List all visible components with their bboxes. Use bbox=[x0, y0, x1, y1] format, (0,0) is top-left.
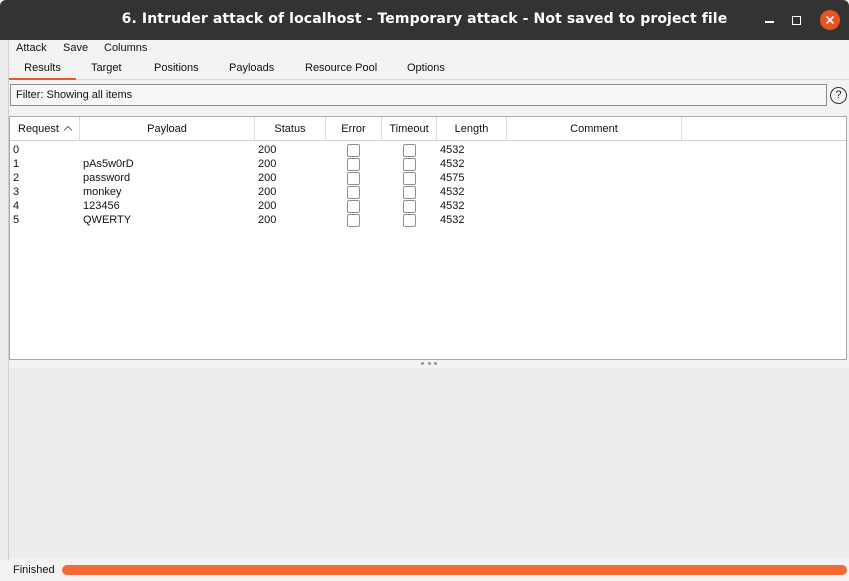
window-title: 6. Intruder attack of localhost - Tempor… bbox=[121, 11, 728, 27]
cell-request: 1 bbox=[13, 158, 20, 170]
table-header: Request Payload Status Error Timeout Len… bbox=[10, 117, 846, 141]
tab-results[interactable]: Results bbox=[9, 62, 76, 80]
menu-save[interactable]: Save bbox=[63, 42, 88, 54]
tab-payloads[interactable]: Payloads bbox=[229, 62, 274, 80]
cell-status: 200 bbox=[258, 172, 277, 184]
minimize-icon bbox=[764, 21, 774, 23]
column-header-comment[interactable]: Comment bbox=[507, 117, 682, 141]
tab-bar: Results Target Positions Payloads Resour… bbox=[9, 58, 849, 80]
cell-payload: password bbox=[83, 172, 131, 184]
cell-length: 4532 bbox=[440, 214, 465, 226]
column-header-error[interactable]: Error bbox=[326, 117, 382, 141]
cell-length: 4532 bbox=[440, 186, 465, 198]
timeout-checkbox[interactable] bbox=[403, 172, 416, 185]
sort-ascending-icon bbox=[63, 125, 73, 135]
cell-status: 200 bbox=[258, 200, 277, 212]
results-table: Request Payload Status Error Timeout Len… bbox=[9, 116, 847, 360]
menu-attack[interactable]: Attack bbox=[16, 42, 47, 54]
cell-request: 2 bbox=[13, 172, 20, 184]
table-row[interactable]: 3 monkey 200 4532 bbox=[10, 185, 846, 199]
timeout-checkbox[interactable] bbox=[403, 214, 416, 227]
cell-request: 3 bbox=[13, 186, 20, 198]
pane-splitter-handle[interactable] bbox=[421, 362, 437, 366]
error-checkbox[interactable] bbox=[347, 200, 360, 213]
maximize-button[interactable] bbox=[786, 10, 806, 30]
cell-payload: monkey bbox=[83, 186, 122, 198]
cell-status: 200 bbox=[258, 214, 277, 226]
cell-length: 4532 bbox=[440, 200, 465, 212]
window-titlebar[interactable]: 6. Intruder attack of localhost - Tempor… bbox=[0, 0, 849, 40]
menu-columns[interactable]: Columns bbox=[104, 42, 147, 54]
cell-request: 0 bbox=[13, 144, 20, 156]
table-row[interactable]: 5 QWERTY 200 4532 bbox=[10, 213, 846, 227]
status-text: Finished bbox=[13, 564, 55, 576]
cell-payload: 123456 bbox=[83, 200, 120, 212]
timeout-checkbox[interactable] bbox=[403, 186, 416, 199]
filter-bar[interactable]: Filter: Showing all items bbox=[10, 84, 827, 106]
table-row[interactable]: 1 pAs5w0rD 200 4532 bbox=[10, 157, 846, 171]
request-response-pane bbox=[9, 368, 849, 558]
error-checkbox[interactable] bbox=[347, 144, 360, 157]
maximize-icon bbox=[791, 15, 801, 25]
column-header-payload[interactable]: Payload bbox=[80, 117, 255, 141]
tab-target[interactable]: Target bbox=[91, 62, 122, 80]
column-header-timeout[interactable]: Timeout bbox=[382, 117, 437, 141]
error-checkbox[interactable] bbox=[347, 214, 360, 227]
error-checkbox[interactable] bbox=[347, 158, 360, 171]
close-button[interactable] bbox=[820, 10, 840, 30]
cell-status: 200 bbox=[258, 144, 277, 156]
tab-positions[interactable]: Positions bbox=[154, 62, 199, 80]
timeout-checkbox[interactable] bbox=[403, 200, 416, 213]
table-row[interactable]: 2 password 200 4575 bbox=[10, 171, 846, 185]
cell-length: 4532 bbox=[440, 158, 465, 170]
column-header-status[interactable]: Status bbox=[255, 117, 326, 141]
cell-request: 5 bbox=[13, 214, 20, 226]
cell-request: 4 bbox=[13, 200, 20, 212]
column-header-length[interactable]: Length bbox=[437, 117, 507, 141]
table-body: 0 200 4532 1 pAs5w0rD 200 4532 2 password 200 4575… bbox=[10, 143, 846, 227]
cell-status: 200 bbox=[258, 186, 277, 198]
close-icon bbox=[825, 15, 835, 25]
tab-options[interactable]: Options bbox=[407, 62, 445, 80]
minimize-button[interactable] bbox=[759, 10, 779, 30]
attack-progress-bar bbox=[62, 565, 847, 575]
cell-payload: QWERTY bbox=[83, 214, 132, 226]
background-window-edge bbox=[0, 40, 9, 581]
timeout-checkbox[interactable] bbox=[403, 158, 416, 171]
cell-status: 200 bbox=[258, 158, 277, 170]
menu-bar: Attack Save Columns bbox=[9, 40, 849, 58]
table-row[interactable]: 0 200 4532 bbox=[10, 143, 846, 157]
error-checkbox[interactable] bbox=[347, 186, 360, 199]
table-row[interactable]: 4 123456 200 4532 bbox=[10, 199, 846, 213]
error-checkbox[interactable] bbox=[347, 172, 360, 185]
cell-length: 4532 bbox=[440, 144, 465, 156]
column-header-request[interactable]: Request bbox=[10, 117, 80, 141]
cell-payload: pAs5w0rD bbox=[83, 158, 134, 170]
timeout-checkbox[interactable] bbox=[403, 144, 416, 157]
help-icon[interactable]: ? bbox=[830, 87, 847, 104]
tab-resource-pool[interactable]: Resource Pool bbox=[305, 62, 377, 80]
cell-length: 4575 bbox=[440, 172, 465, 184]
